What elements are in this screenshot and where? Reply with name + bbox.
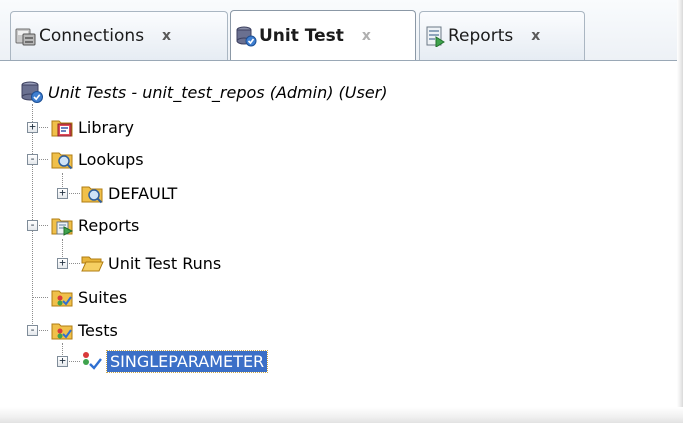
- tree-node-singleparameter-label: SINGLEPARAMETER: [105, 349, 269, 373]
- window-shadow-right: [677, 0, 683, 423]
- tree-node-reports-label: Reports: [78, 215, 140, 235]
- tab-connections[interactable]: Connections x: [10, 11, 228, 60]
- tab-bar: Connections x Unit Test x Reports x: [0, 0, 677, 61]
- reports-folder-icon: [51, 218, 74, 236]
- unit-test-icon: [236, 26, 257, 46]
- tree-node-library[interactable]: Library: [50, 112, 134, 142]
- tests-folder-icon: [51, 323, 73, 340]
- tree-node-suites-label: Suites: [78, 287, 128, 307]
- tree-node-reports[interactable]: Reports: [50, 210, 139, 240]
- tree-root-label: Unit Tests - unit_test_repos (Admin) (Us…: [48, 82, 388, 102]
- tab-reports-label: Reports: [448, 26, 514, 46]
- connections-icon: [15, 28, 36, 46]
- window-shadow-bottom: [0, 407, 683, 423]
- tree-node-unit-test-runs-label: Unit Test Runs: [108, 253, 222, 273]
- expand-singleparameter-icon[interactable]: +: [57, 355, 68, 367]
- tree-connector: [32, 297, 48, 298]
- expand-library-icon[interactable]: +: [27, 121, 38, 133]
- tree-node-default-label: DEFAULT: [108, 183, 178, 203]
- collapse-lookups-icon[interactable]: -: [27, 153, 38, 165]
- library-folder-icon: [51, 120, 73, 137]
- lookups-folder-icon: [51, 152, 73, 170]
- tree-node-suites[interactable]: Suites: [50, 282, 127, 312]
- test-item-icon: [83, 352, 102, 370]
- tree-node-singleparameter[interactable]: SINGLEPARAMETER: [80, 346, 269, 376]
- tab-unit-test[interactable]: Unit Test x: [230, 10, 416, 60]
- tab-connections-close-icon[interactable]: x: [158, 28, 175, 44]
- tree-node-default[interactable]: DEFAULT: [80, 178, 177, 208]
- tab-reports-close-icon[interactable]: x: [527, 28, 544, 44]
- tree-root[interactable]: Unit Tests - unit_test_repos (Admin) (Us…: [20, 77, 388, 107]
- tree-node-lookups[interactable]: Lookups: [50, 144, 144, 174]
- tree-node-lookups-label: Lookups: [78, 149, 144, 169]
- expand-unit-test-runs-icon[interactable]: +: [57, 257, 68, 269]
- suites-folder-icon: [51, 290, 73, 307]
- lookup-folder-icon: [81, 186, 103, 204]
- collapse-tests-icon[interactable]: -: [27, 324, 38, 336]
- tree-node-tests-label: Tests: [78, 320, 118, 340]
- reports-icon: [426, 26, 445, 47]
- tab-unit-test-close-icon[interactable]: x: [358, 28, 375, 44]
- tree-node-library-label: Library: [78, 117, 134, 137]
- tree-node-unit-test-runs[interactable]: Unit Test Runs: [80, 248, 221, 278]
- tab-unit-test-label: Unit Test: [259, 25, 344, 46]
- open-folder-icon: [81, 256, 104, 272]
- unit-test-tree: Unit Tests - unit_test_repos (Admin) (Us…: [0, 61, 677, 407]
- tab-connections-label: Connections: [39, 26, 145, 46]
- collapse-reports-icon[interactable]: -: [27, 219, 38, 231]
- tab-reports[interactable]: Reports x: [419, 11, 585, 60]
- tree-node-tests[interactable]: Tests: [50, 315, 118, 345]
- expand-default-icon[interactable]: +: [57, 187, 68, 199]
- database-icon: [21, 81, 43, 103]
